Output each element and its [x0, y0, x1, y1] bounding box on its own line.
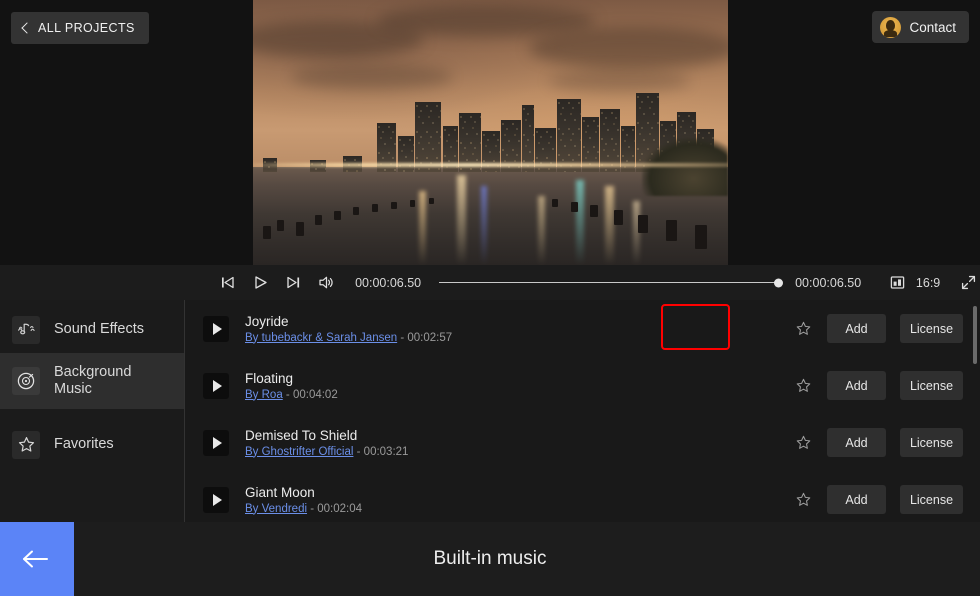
track-subtitle: By Roa - 00:04:02: [245, 389, 790, 401]
track-info: Giant Moon By Vendredi - 00:02:04: [245, 485, 790, 515]
artist-link[interactable]: By tubebackr & Sarah Jansen: [245, 332, 397, 344]
play-preview-icon[interactable]: [203, 429, 229, 456]
track-duration: 00:02:04: [317, 502, 363, 515]
contact-label: Contact: [909, 19, 956, 35]
cloud: [528, 26, 728, 69]
star-icon: [12, 430, 40, 459]
track-title: Demised To Shield: [245, 427, 358, 443]
all-projects-button[interactable]: ALL PROJECTS: [11, 12, 149, 44]
artist-link[interactable]: By Ghostrifter Official: [245, 446, 353, 458]
contact-button[interactable]: Contact: [872, 11, 969, 43]
add-button[interactable]: Add: [827, 428, 886, 457]
table-row[interactable]: Demised To Shield By Ghostrifter Officia…: [186, 414, 980, 471]
separator: -: [353, 445, 364, 458]
add-button[interactable]: Add: [827, 485, 886, 514]
library-body: Sound Effects Background Music Favorites…: [0, 300, 980, 522]
play-preview-icon[interactable]: [203, 486, 229, 513]
page-title: Built-in music: [433, 548, 547, 569]
current-time: 00:00:06.50: [355, 275, 422, 290]
track-duration: 00:02:57: [407, 331, 453, 344]
volume-button[interactable]: [314, 271, 338, 295]
music-track-list: Joyride By tubebackr & Sarah Jansen - 00…: [186, 300, 980, 522]
timeline-slider[interactable]: [439, 273, 784, 293]
license-button[interactable]: License: [900, 485, 963, 514]
vinyl-disc-icon: [12, 367, 40, 395]
favorite-star-icon[interactable]: [790, 434, 816, 451]
preview-area: ALL PROJECTS Contact: [0, 0, 980, 265]
skip-next-button[interactable]: [282, 271, 306, 295]
track-title: Joyride: [245, 313, 289, 329]
favorite-star-icon[interactable]: [790, 377, 816, 394]
play-preview-icon[interactable]: [203, 315, 229, 342]
skip-previous-button[interactable]: [216, 271, 240, 295]
sidebar-item-label: Sound Effects: [54, 321, 145, 338]
cloud: [547, 68, 690, 93]
table-row[interactable]: Floating By Roa - 00:04:02 Add License: [186, 357, 980, 414]
artist-link[interactable]: By Vendredi: [245, 503, 307, 515]
city-glow: [253, 162, 728, 167]
track-subtitle: By Ghostrifter Official - 00:03:21: [245, 446, 790, 458]
aspect-ratio-icon[interactable]: [885, 271, 909, 295]
sidebar-item-label: Favorites: [54, 436, 114, 453]
track-duration: 00:03:21: [363, 445, 409, 458]
add-button[interactable]: Add: [827, 314, 886, 343]
total-time: 00:00:06.50: [795, 275, 862, 290]
slider-thumb[interactable]: [774, 278, 784, 287]
sound-wave-icon: [12, 315, 40, 344]
all-projects-label: ALL PROJECTS: [38, 21, 135, 35]
separator: -: [307, 502, 318, 515]
track-duration: 00:04:02: [292, 388, 338, 401]
cloud: [291, 63, 453, 91]
track-subtitle: By tubebackr & Sarah Jansen - 00:02:57: [245, 332, 790, 344]
favorite-star-icon[interactable]: [790, 320, 816, 337]
aspect-ratio-label: 16:9: [915, 275, 941, 290]
sidebar-item-sound-effects[interactable]: Sound Effects: [0, 306, 184, 353]
video-editor-window: ALL PROJECTS Contact 00:00:06.50 00:00:0…: [0, 0, 980, 596]
avatar-icon: [880, 16, 902, 38]
track-title: Giant Moon: [245, 484, 315, 500]
chevron-left-icon: [21, 22, 33, 34]
sidebar-item-background-music[interactable]: Background Music: [0, 353, 184, 409]
track-title: Floating: [245, 370, 294, 386]
track-info: Demised To Shield By Ghostrifter Officia…: [245, 428, 790, 458]
license-button[interactable]: License: [900, 428, 963, 457]
track-info: Joyride By tubebackr & Sarah Jansen - 00…: [245, 314, 790, 344]
license-button[interactable]: License: [900, 371, 963, 400]
list-scrollbar-thumb[interactable]: [973, 306, 977, 364]
back-button[interactable]: [0, 522, 74, 596]
fullscreen-button[interactable]: [956, 271, 980, 295]
arrow-left-icon: [23, 550, 48, 568]
play-preview-icon[interactable]: [203, 372, 229, 399]
table-row[interactable]: Joyride By tubebackr & Sarah Jansen - 00…: [186, 300, 980, 357]
play-button[interactable]: [249, 271, 273, 295]
add-button[interactable]: Add: [827, 371, 886, 400]
separator: -: [282, 388, 293, 401]
separator: -: [397, 331, 408, 344]
track-subtitle: By Vendredi - 00:02:04: [245, 503, 790, 515]
artist-link[interactable]: By Roa: [245, 389, 283, 401]
sidebar-item-label: Background Music: [54, 364, 132, 397]
transport-bar: 00:00:06.50 00:00:06.50 16:9: [0, 265, 980, 300]
favorite-star-icon[interactable]: [790, 491, 816, 508]
library-sidebar: Sound Effects Background Music Favorites: [0, 300, 185, 522]
sidebar-item-favorites[interactable]: Favorites: [0, 421, 184, 468]
bottom-bar: Built-in music: [0, 522, 980, 596]
video-preview[interactable]: [253, 0, 728, 265]
table-row[interactable]: Giant Moon By Vendredi - 00:02:04 Add Li…: [186, 471, 980, 522]
slider-track: [439, 281, 780, 284]
license-button[interactable]: License: [900, 314, 963, 343]
track-info: Floating By Roa - 00:04:02: [245, 371, 790, 401]
